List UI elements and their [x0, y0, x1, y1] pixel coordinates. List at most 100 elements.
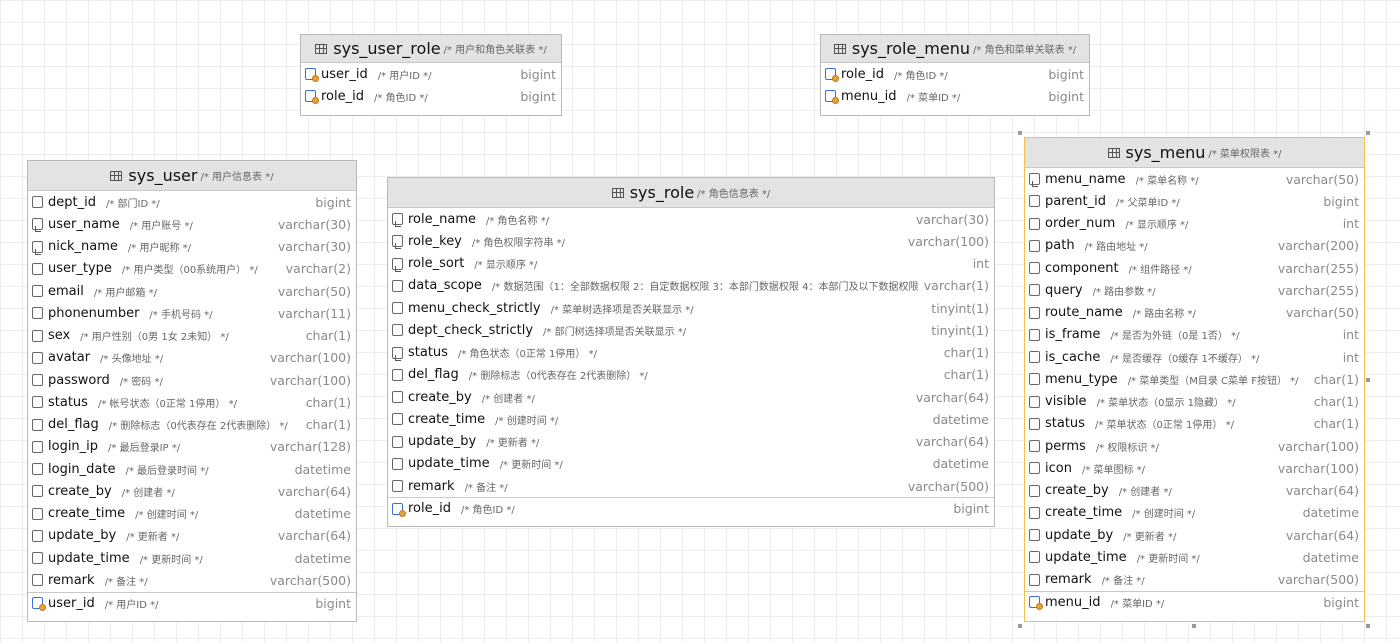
- resize-handle-bottom[interactable]: [1192, 624, 1196, 628]
- column-row[interactable]: del_flag /* 删除标志（0代表存在 2代表删除） */ char(1): [28, 414, 356, 436]
- column-row[interactable]: menu_type /* 菜单类型（M目录 C菜单 F按钮） */ char(1): [1025, 368, 1364, 390]
- table-header[interactable]: sys_user_role /* 用户和角色关联表 */: [301, 35, 561, 63]
- column-row[interactable]: phonenumber /* 手机号码 */ varchar(11): [28, 302, 356, 324]
- column-row[interactable]: user_type /* 用户类型（00系统用户） */ varchar(2): [28, 258, 356, 280]
- column-row[interactable]: nick_name /* 用户昵称 */ varchar(30): [28, 236, 356, 258]
- column-row[interactable]: remark /* 备注 */ varchar(500): [388, 475, 994, 497]
- column-row[interactable]: is_frame /* 是否为外链（0是 1否） */ int: [1025, 324, 1364, 346]
- column-type: varchar(64): [277, 483, 351, 499]
- column-comment: /* 组件路径 */: [1128, 264, 1192, 276]
- primary-key-row[interactable]: role_id /* 角色ID */ bigint: [388, 497, 994, 519]
- column-name: update_by: [1045, 527, 1114, 543]
- column-row[interactable]: role_id /* 角色ID */ bigint: [821, 63, 1089, 85]
- column-row[interactable]: role_sort /* 显示顺序 */ int: [388, 253, 994, 275]
- table-comment: /* 角色信息表 */: [697, 189, 771, 200]
- indexed-column-icon: [1029, 173, 1040, 188]
- column-row[interactable]: update_time /* 更新时间 */ datetime: [388, 453, 994, 475]
- column-row[interactable]: email /* 用户邮箱 */ varchar(50): [28, 280, 356, 302]
- column-name: status: [1045, 416, 1085, 432]
- column-row[interactable]: user_id /* 用户ID */ bigint: [301, 63, 561, 85]
- table-header[interactable]: sys_role_menu /* 角色和菜单关联表 */: [821, 35, 1089, 63]
- column-comment: /* 是否为外链（0是 1否） */: [1110, 331, 1240, 343]
- column-row[interactable]: avatar /* 头像地址 */ varchar(100): [28, 347, 356, 369]
- column-row[interactable]: create_by /* 创建者 */ varchar(64): [28, 480, 356, 502]
- resize-handle-top-right[interactable]: [1366, 131, 1370, 135]
- column-row[interactable]: dept_check_strictly /* 部门树选择项是否关联显示 */ tin…: [388, 319, 994, 341]
- column-comment: /* 菜单类型（M目录 C菜单 F按钮） */: [1127, 375, 1299, 387]
- primary-key-row[interactable]: user_id /* 用户ID */ bigint: [28, 591, 356, 614]
- key-column-icon: [825, 90, 839, 105]
- column-row[interactable]: dept_id /* 部门ID */ bigint: [28, 191, 356, 213]
- column-row[interactable]: status /* 菜单状态（0正常 1停用） */ char(1): [1025, 413, 1364, 435]
- column-row[interactable]: menu_check_strictly /* 菜单树选择项是否关联显示 */ tin…: [388, 297, 994, 319]
- column-row[interactable]: visible /* 菜单状态（0显示 1隐藏） */ char(1): [1025, 391, 1364, 413]
- column-row[interactable]: update_by /* 更新者 */ varchar(64): [388, 431, 994, 453]
- resize-handle-right[interactable]: [1366, 378, 1370, 382]
- column-row[interactable]: update_time /* 更新时间 */ datetime: [28, 547, 356, 569]
- column-row[interactable]: role_id /* 角色ID */ bigint: [301, 85, 561, 107]
- column-type: varchar(500): [269, 572, 351, 588]
- column-row[interactable]: route_name /* 路由名称 */ varchar(50): [1025, 302, 1364, 324]
- column-row[interactable]: order_num /* 显示顺序 */ int: [1025, 213, 1364, 235]
- resize-handle-bottom-left[interactable]: [1018, 624, 1022, 628]
- column-row[interactable]: remark /* 备注 */ varchar(500): [1025, 569, 1364, 591]
- column-row[interactable]: menu_name /* 菜单名称 */ varchar(50): [1025, 168, 1364, 190]
- column-comment: /* 是否缓存（0缓存 1不缓存） */: [1110, 353, 1260, 365]
- column-row[interactable]: query /* 路由参数 */ varchar(255): [1025, 279, 1364, 301]
- column-icon: [1029, 351, 1040, 364]
- column-row[interactable]: remark /* 备注 */ varchar(500): [28, 569, 356, 591]
- column-row[interactable]: login_ip /* 最后登录IP */ varchar(128): [28, 436, 356, 458]
- column-comment: /* 更新时间 */: [499, 460, 563, 472]
- table-header[interactable]: sys_menu /* 菜单权限表 */: [1025, 138, 1364, 168]
- column-type: varchar(30): [277, 216, 351, 232]
- column-row[interactable]: path /* 路由地址 */ varchar(200): [1025, 235, 1364, 257]
- column-row[interactable]: perms /* 权限标识 */ varchar(100): [1025, 435, 1364, 457]
- column-row[interactable]: create_time /* 创建时间 */ datetime: [388, 408, 994, 430]
- table-header[interactable]: sys_role /* 角色信息表 */: [388, 178, 994, 208]
- table-sys-user-role[interactable]: sys_user_role /* 用户和角色关联表 */ user_id /* 用…: [300, 34, 562, 116]
- column-row[interactable]: data_scope /* 数据范围（1：全部数据权限 2：自定数据权限 3：本部…: [388, 275, 994, 297]
- column-name: role_id: [321, 88, 364, 104]
- resize-handle-bottom-right[interactable]: [1366, 624, 1370, 628]
- column-row[interactable]: password /* 密码 */ varchar(100): [28, 369, 356, 391]
- table-sys-user[interactable]: sys_user /* 用户信息表 */ dept_id /* 部门ID */ bi…: [27, 160, 357, 622]
- column-row[interactable]: user_name /* 用户账号 */ varchar(30): [28, 213, 356, 235]
- column-row[interactable]: icon /* 菜单图标 */ varchar(100): [1025, 457, 1364, 479]
- column-comment: /* 角色ID */: [461, 505, 515, 517]
- column-row[interactable]: create_time /* 创建时间 */ datetime: [28, 503, 356, 525]
- column-icon: [1029, 239, 1040, 252]
- column-row[interactable]: menu_id /* 菜单ID */ bigint: [821, 85, 1089, 107]
- column-row[interactable]: is_cache /* 是否缓存（0缓存 1不缓存） */ int: [1025, 346, 1364, 368]
- column-row[interactable]: status /* 角色状态（0正常 1停用） */ char(1): [388, 342, 994, 364]
- column-row[interactable]: update_time /* 更新时间 */ datetime: [1025, 546, 1364, 568]
- table-sys-role-menu[interactable]: sys_role_menu /* 角色和菜单关联表 */ role_id /* 角…: [820, 34, 1090, 116]
- column-row[interactable]: parent_id /* 父菜单ID */ bigint: [1025, 190, 1364, 212]
- primary-key-row[interactable]: menu_id /* 菜单ID */ bigint: [1025, 590, 1364, 613]
- column-row[interactable]: create_by /* 创建者 */ varchar(64): [388, 386, 994, 408]
- column-row[interactable]: update_by /* 更新者 */ varchar(64): [1025, 524, 1364, 546]
- column-row[interactable]: role_name /* 角色名称 */ varchar(30): [388, 208, 994, 230]
- column-type: char(1): [305, 328, 351, 344]
- column-row[interactable]: login_date /* 最后登录时间 */ datetime: [28, 458, 356, 480]
- column-row[interactable]: sex /* 用户性别（0男 1女 2未知） */ char(1): [28, 325, 356, 347]
- resize-handle-top-left[interactable]: [1018, 131, 1022, 135]
- table-sys-role[interactable]: sys_role /* 角色信息表 */ role_name /* 角色名称 */…: [387, 177, 995, 527]
- table-header[interactable]: sys_user /* 用户信息表 */: [28, 161, 356, 191]
- column-row[interactable]: create_time /* 创建时间 */ datetime: [1025, 502, 1364, 524]
- table-sys-menu[interactable]: sys_menu /* 菜单权限表 */ menu_name /* 菜单名称 */…: [1024, 137, 1365, 622]
- column-row[interactable]: status /* 帐号状态（0正常 1停用） */ char(1): [28, 391, 356, 413]
- column-comment: /* 用户ID */: [377, 70, 432, 82]
- column-row[interactable]: del_flag /* 删除标志（0代表存在 2代表删除） */ char(1): [388, 364, 994, 386]
- column-row[interactable]: role_key /* 角色权限字符串 */ varchar(100): [388, 230, 994, 252]
- column-type: bigint: [520, 88, 556, 104]
- column-icon: [32, 507, 43, 520]
- column-row[interactable]: update_by /* 更新者 */ varchar(64): [28, 525, 356, 547]
- column-icon: [392, 391, 403, 404]
- column-row[interactable]: component /* 组件路径 */ varchar(255): [1025, 257, 1364, 279]
- column-name: order_num: [1045, 216, 1116, 232]
- column-type: varchar(100): [1277, 460, 1359, 476]
- column-type: varchar(11): [277, 305, 351, 321]
- column-name: icon: [1045, 460, 1072, 476]
- column-row[interactable]: create_by /* 创建者 */ varchar(64): [1025, 480, 1364, 502]
- column-icon: [32, 440, 43, 453]
